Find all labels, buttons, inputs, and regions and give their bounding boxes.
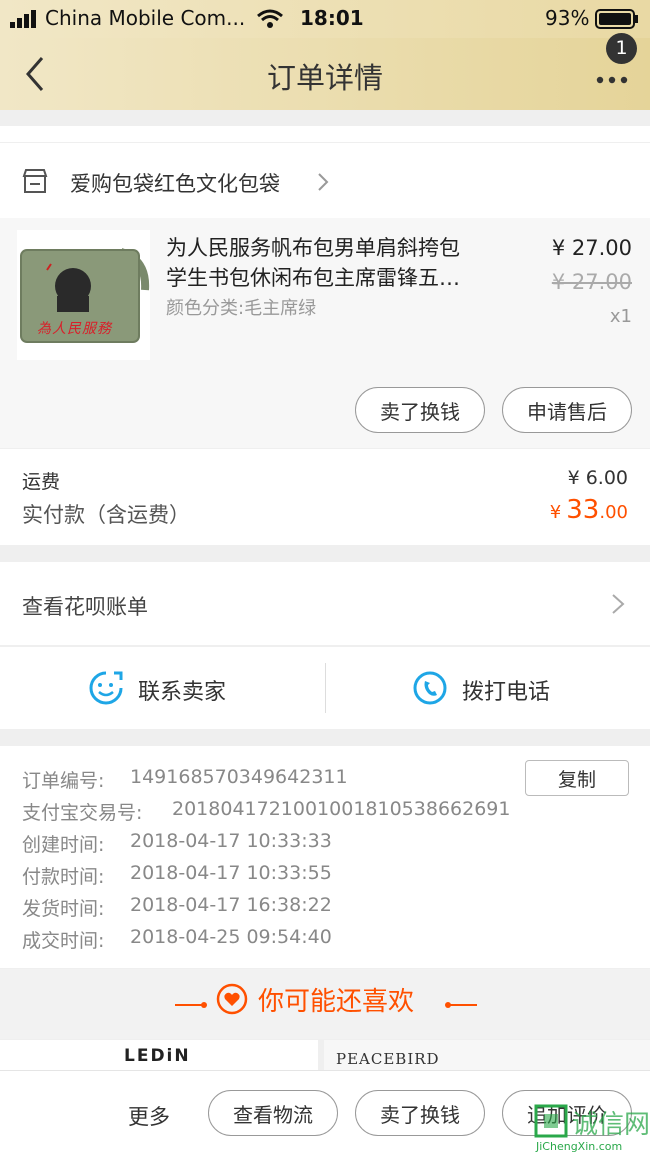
huabei-bill-row[interactable]: 查看花呗账单 [0,562,650,645]
shop-icon [22,168,48,194]
site-watermark: 诚信网 JiChengXin.com [532,1104,650,1156]
contact-bar: 联系卖家 拨打电话 [0,647,650,729]
completed-time-value: 2018-04-25 09:54:40 [130,926,332,948]
heart-icon [216,983,248,1015]
paid-time-value: 2018-04-17 10:33:55 [130,862,332,884]
watermark-url: JiChengXin.com [536,1140,623,1153]
paid-time-label: 付款时间: [22,866,105,888]
shop-name: 爱购包袋红色文化包袋 [70,172,280,196]
phone-icon [412,670,448,706]
shipped-time-value: 2018-04-17 16:38:22 [130,894,332,916]
more-menu-icon[interactable] [594,71,630,84]
wifi-icon [256,8,284,30]
recommend-title: 你可能还喜欢 [258,987,415,1017]
recommend-header: 你可能还喜欢 [0,969,650,1039]
shipped-time-label: 发货时间: [22,898,105,920]
arrow-right-decoration [443,996,477,1008]
chevron-right-icon [316,171,330,193]
product-card[interactable]: 為人民服務 为人民服务帆布包男单肩斜挎包 学生书包休闲布包主席雷锋五… 颜色分类… [0,218,650,448]
battery-icon [595,9,639,29]
total-amount: ¥ 33.00 [550,495,628,525]
created-time-value: 2018-04-17 10:33:33 [130,830,332,852]
brand-logo-ledin: LEDiN [124,1046,191,1066]
product-spec: 颜色分类:毛主席绿 [166,298,317,319]
payment-section: 运费 ¥ 6.00 实付款（含运费） ¥ 33.00 [0,449,650,545]
shipping-value: ¥ 6.00 [567,467,628,489]
bag-print-text: 為人民服務 [37,321,112,337]
after-sales-button[interactable]: 申请售后 [502,387,632,433]
watermark-text: 诚信网 [572,1110,650,1140]
total-decimal: .00 [599,502,628,523]
alipay-trade-label: 支付宝交易号: [22,802,143,824]
contact-seller-label: 联系卖家 [138,680,227,705]
call-phone-button[interactable]: 拨打电话 [326,647,650,729]
product-title-line2: 学生书包休闲布包主席雷锋五… [166,266,460,290]
product-image: 為人民服務 [17,230,150,360]
contact-seller-button[interactable]: 联系卖家 [0,647,325,729]
brand-logo-peacebird: PEACEBIRD [336,1050,440,1068]
page-title: 订单详情 [266,61,383,95]
status-bar: China Mobile Com... 18:01 93% [0,0,650,38]
shop-header[interactable]: 爱购包袋红色文化包袋 [0,143,650,218]
nav-bar: 订单详情 1 [0,33,650,110]
product-quantity: x1 [609,306,632,327]
chat-face-icon [88,670,124,706]
clock-label: 18:01 [300,6,364,30]
top-spacer [0,126,650,142]
view-logistics-button[interactable]: 查看物流 [208,1090,338,1136]
sell-for-cash-button[interactable]: 卖了换钱 [355,1090,485,1136]
chevron-right-icon [610,592,626,616]
alipay-trade-value: 2018041721001001810538662691 [172,798,511,820]
more-actions-link[interactable]: 更多 [128,1101,170,1131]
sell-button[interactable]: 卖了换钱 [355,387,485,433]
watermark-logo-icon [534,1104,568,1138]
completed-time-label: 成交时间: [22,930,105,952]
total-label: 实付款（含运费） [22,503,190,527]
created-time-label: 创建时间: [22,834,105,856]
product-original-price: ¥ 27.00 [551,270,632,294]
total-currency: ¥ [549,502,562,523]
shipping-label: 运费 [22,471,61,493]
product-title-line1: 为人民服务帆布包男单肩斜挎包 [166,236,460,260]
call-phone-label: 拨打电话 [462,680,551,705]
message-count-badge: 1 [606,33,637,64]
carrier-label: China Mobile Com... [45,6,246,30]
product-price: ¥ 27.00 [551,236,632,260]
order-number-value: 149168570349642311 [130,766,348,788]
huabei-label: 查看花呗账单 [22,595,148,619]
total-integer: 33 [566,495,600,525]
order-info-section: 复制 订单编号: 149168570349642311 支付宝交易号: 2018… [0,746,650,968]
order-number-label: 订单编号: [22,770,105,792]
battery-label: 93% [545,6,590,30]
signal-icon [10,10,40,28]
copy-order-number-button[interactable]: 复制 [525,760,629,796]
bag-illustration [20,248,150,343]
arrow-left-decoration [175,996,209,1008]
